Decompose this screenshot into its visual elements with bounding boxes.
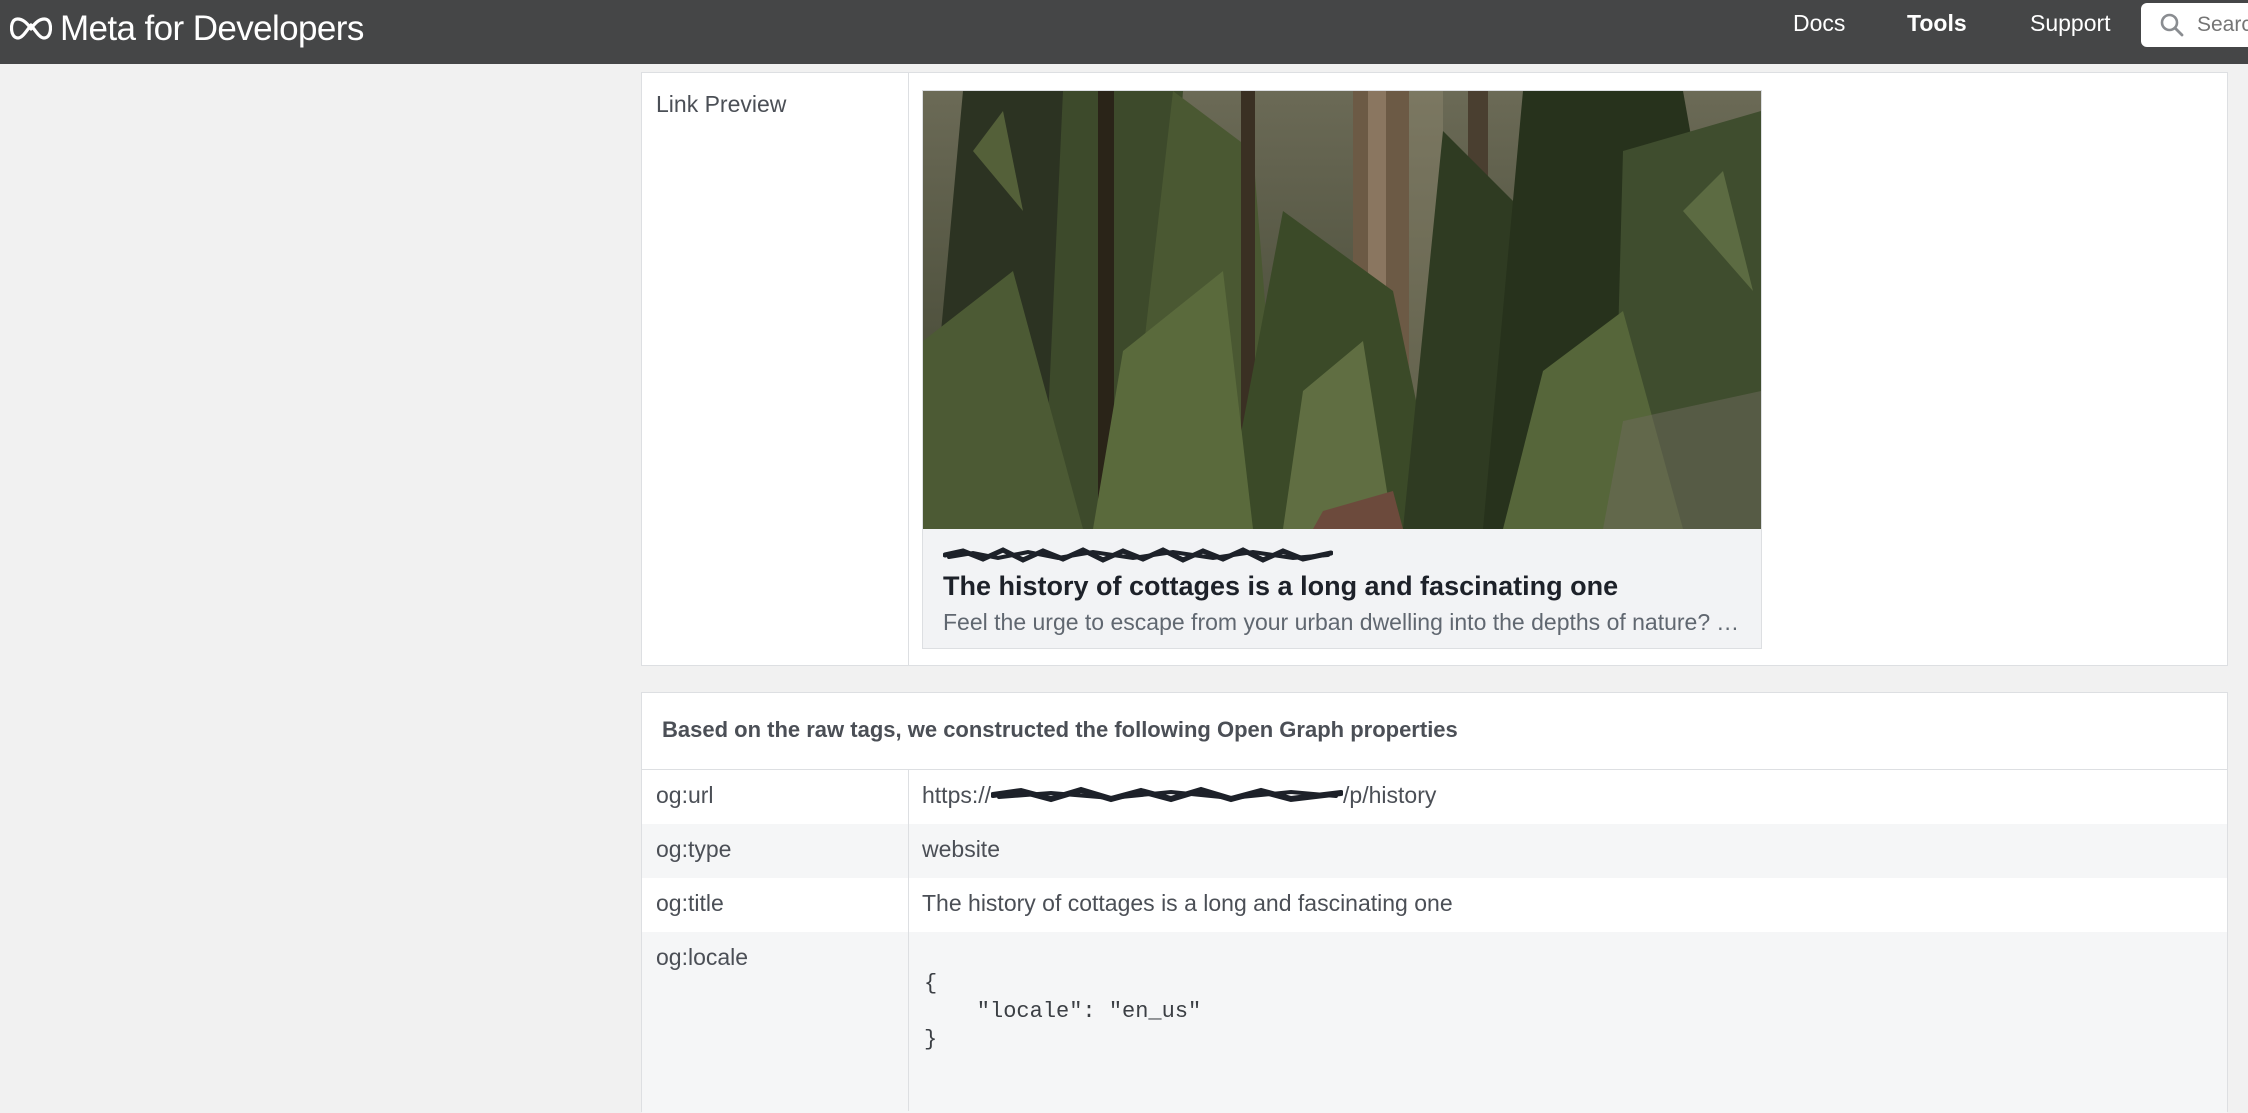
og-locale-value: { "locale": "en_us" } <box>924 971 1202 1052</box>
og-url-suffix: /p/history <box>1343 782 1437 808</box>
og-section-header: Based on the raw tags, we constructed th… <box>642 693 2227 770</box>
og-title-value: The history of cottages is a long and fa… <box>922 890 1453 916</box>
preview-forest-image <box>923 91 1761 529</box>
redacted-url-domain <box>991 786 1344 803</box>
search-input[interactable] <box>2197 13 2248 37</box>
og-url-row: og:url https:// /p/history <box>642 770 2227 824</box>
top-navigation-bar: Meta for Developers Docs Tools Support <box>0 0 2248 64</box>
nav-tools-link[interactable]: Tools <box>1907 10 1967 37</box>
og-locale-key: og:locale <box>656 944 749 970</box>
nav-docs-link[interactable]: Docs <box>1793 10 1845 37</box>
og-title-row: og:title The history of cottages is a lo… <box>642 878 2227 932</box>
link-preview-card[interactable]: The history of cottages is a long and fa… <box>922 90 1762 649</box>
preview-title: The history of cottages is a long and fa… <box>943 571 1619 601</box>
og-type-value: website <box>922 836 1000 862</box>
og-section-heading: Based on the raw tags, we constructed th… <box>662 717 1458 742</box>
preview-description: Feel the urge to escape from your urban … <box>943 609 1743 635</box>
redacted-domain <box>943 547 1333 563</box>
search-icon <box>2160 13 2184 37</box>
open-graph-properties-section: Based on the raw tags, we constructed th… <box>641 692 2228 1113</box>
logo-text: Meta for Developers <box>60 9 364 48</box>
og-type-key: og:type <box>656 836 732 862</box>
meta-infinity-icon <box>10 17 52 40</box>
meta-logo[interactable]: Meta for Developers <box>10 6 364 52</box>
og-title-key: og:title <box>656 890 724 916</box>
og-url-value[interactable]: https:// /p/history <box>922 782 1436 809</box>
og-url-prefix: https:// <box>922 782 992 808</box>
nav-support-link[interactable]: Support <box>2030 10 2111 37</box>
og-type-row: og:type website <box>642 824 2227 878</box>
search-box[interactable] <box>2141 3 2248 47</box>
link-preview-section: Link Preview The history of cottages is … <box>641 72 2228 666</box>
og-url-key: og:url <box>656 782 714 808</box>
link-preview-label: Link Preview <box>656 91 787 117</box>
